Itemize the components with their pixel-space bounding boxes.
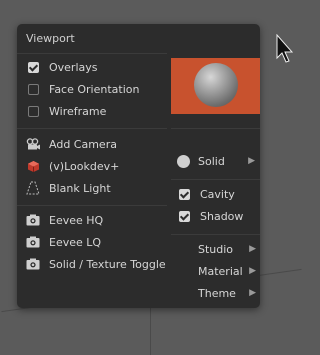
divider: [171, 234, 260, 235]
menu-title: Viewport: [26, 32, 75, 45]
eevee-lq-label: Eevee LQ: [49, 235, 102, 249]
screenshot-icon: [25, 257, 41, 271]
add-camera-label: Add Camera: [49, 137, 117, 151]
matcap-preview[interactable]: [171, 58, 260, 114]
studio-label: Studio: [198, 242, 234, 256]
wireframe-toggle[interactable]: Wireframe: [28, 101, 106, 121]
viewport-menu: Viewport Overlays Face Orientation Wiref…: [17, 24, 260, 308]
viewport-grid-line: [150, 300, 151, 355]
solid-texture-toggle-button[interactable]: Solid / Texture Toggle: [25, 254, 166, 274]
overlays-label: Overlays: [49, 60, 98, 74]
chevron-right-icon: ▶: [248, 156, 255, 166]
solid-texture-toggle-label: Solid / Texture Toggle: [49, 257, 166, 271]
chevron-right-icon: ▶: [249, 244, 256, 254]
face-orientation-label: Face Orientation: [49, 82, 140, 96]
overlays-toggle[interactable]: Overlays: [28, 57, 98, 77]
chevron-right-icon: ▶: [249, 266, 256, 276]
divider: [17, 53, 167, 54]
cube-icon: [25, 159, 41, 173]
shading-dropdown[interactable]: Solid ▶: [177, 151, 259, 171]
divider: [171, 179, 260, 180]
theme-submenu[interactable]: Theme ▶: [198, 283, 260, 303]
shading-label: Solid: [198, 154, 225, 168]
camera-icon: [25, 137, 41, 151]
face-orientation-toggle[interactable]: Face Orientation: [28, 79, 139, 99]
checkbox[interactable]: [28, 105, 39, 117]
screenshot-icon: [25, 235, 41, 249]
eevee-lq-button[interactable]: Eevee LQ: [25, 232, 101, 252]
eevee-hq-button[interactable]: Eevee HQ: [25, 210, 103, 230]
divider: [17, 128, 167, 129]
eevee-hq-label: Eevee HQ: [49, 213, 104, 227]
add-camera-button[interactable]: Add Camera: [25, 134, 117, 154]
solid-shading-icon: [177, 154, 190, 168]
material-submenu[interactable]: Material ▶: [198, 261, 260, 281]
checkbox[interactable]: [28, 61, 39, 73]
blank-light-label: Blank Light: [49, 181, 111, 195]
divider: [17, 205, 167, 206]
studio-submenu[interactable]: Studio ▶: [198, 239, 260, 259]
chevron-right-icon: ▶: [249, 288, 256, 298]
screenshot-icon: [25, 213, 41, 227]
matcap-sphere: [194, 63, 238, 107]
material-label: Material: [198, 264, 243, 278]
lookdev-button[interactable]: (v)Lookdev+: [25, 156, 119, 176]
wireframe-label: Wireframe: [49, 104, 107, 118]
shadow-label: Shadow: [200, 209, 244, 223]
lookdev-label: (v)Lookdev+: [49, 159, 120, 173]
cavity-label: Cavity: [200, 187, 235, 201]
checkbox[interactable]: [179, 210, 190, 222]
spotlight-icon: [25, 181, 41, 195]
checkbox[interactable]: [28, 83, 39, 95]
cavity-toggle[interactable]: Cavity: [179, 184, 261, 204]
shadow-toggle[interactable]: Shadow: [179, 206, 261, 226]
mouse-cursor-icon: [276, 34, 294, 63]
blank-light-button[interactable]: Blank Light: [25, 178, 111, 198]
divider: [171, 128, 260, 129]
theme-label: Theme: [198, 286, 236, 300]
checkbox[interactable]: [179, 188, 190, 200]
